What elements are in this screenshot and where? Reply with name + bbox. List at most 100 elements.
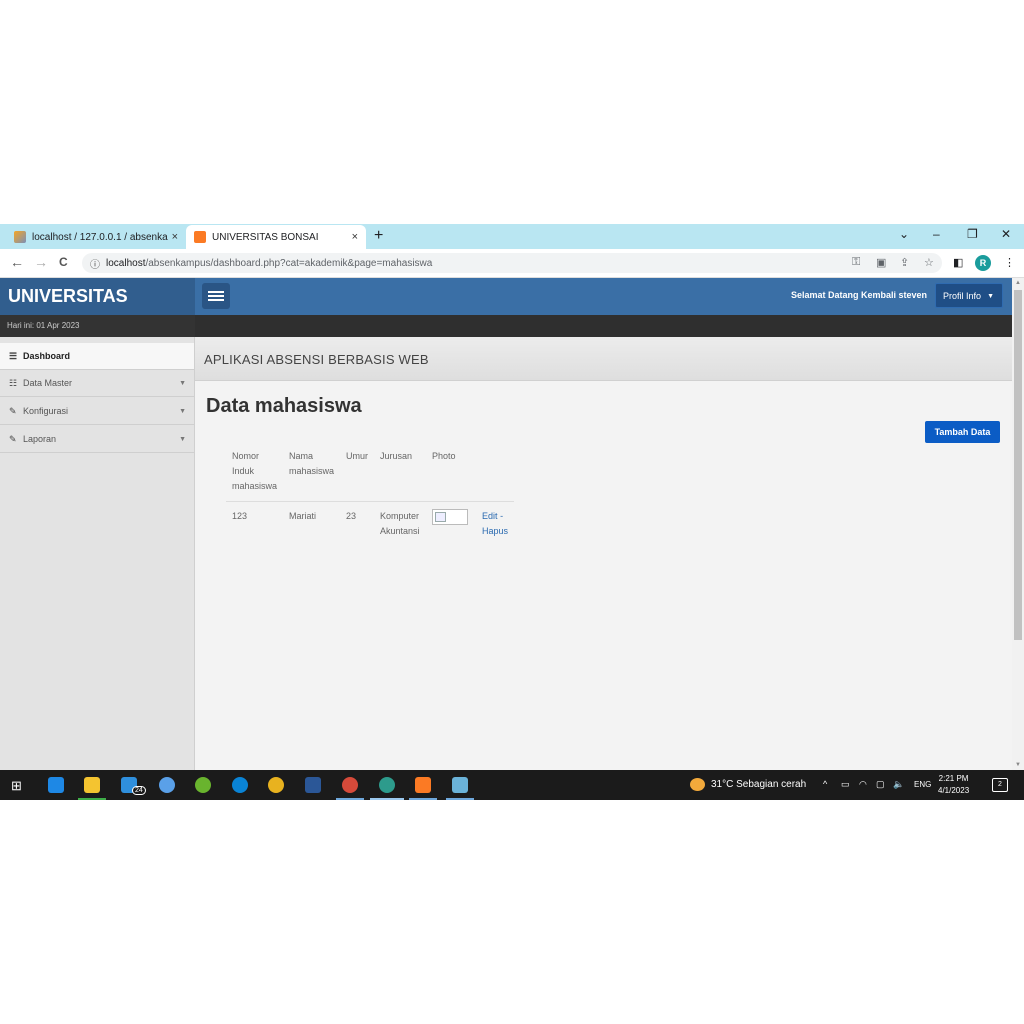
volume-icon[interactable]: 🔈 — [893, 779, 904, 790]
page-header-bar: APLIKASI ABSENSI BERBASIS WEB — [195, 337, 1012, 381]
screen: localhost / 127.0.0.1 / absenkampus × UN… — [0, 224, 1024, 800]
forward-button[interactable]: → — [34, 254, 48, 270]
hamburger-icon — [208, 295, 224, 297]
table-row: 123 Mariati 23 Komputer Akuntansi Edit -… — [226, 502, 514, 547]
cell-umur: 23 — [346, 511, 357, 521]
vertical-scrollbar[interactable]: ▲ ▼ — [1012, 278, 1024, 770]
hamburger-icon — [208, 299, 224, 301]
tab-search-button[interactable]: ⌄ — [899, 227, 909, 241]
sidebar-item-label: Dashboard — [23, 351, 71, 361]
scroll-down-icon[interactable]: ▼ — [1015, 762, 1021, 768]
sidebar: ☰ Dashboard ☷ Data Master ▼ ✎ Konfiguras… — [0, 337, 195, 770]
cell-photo — [426, 502, 476, 547]
minimize-button[interactable]: – — [933, 227, 940, 241]
url-input[interactable]: ⓘ localhost/absenkampus/dashboard.php?ca… — [82, 253, 942, 273]
action-separator: - — [500, 511, 504, 521]
cell-jurusan: Komputer Akuntansi — [380, 511, 420, 536]
sidebar-item-konfigurasi[interactable]: ✎ Konfigurasi ▼ — [0, 398, 194, 425]
tab-title: UNIVERSITAS BONSAI — [212, 231, 319, 243]
edit-link[interactable]: Edit — [482, 511, 498, 521]
bookmark-star-icon[interactable]: ☆ — [924, 256, 934, 269]
xampp-taskbar-icon[interactable] — [415, 777, 431, 793]
cell-actions: Edit - Hapus — [476, 502, 514, 547]
column-header: Photo — [426, 443, 477, 502]
caret-down-icon: ▼ — [179, 379, 186, 387]
new-tab-button[interactable]: + — [374, 227, 383, 245]
close-window-button[interactable]: ✕ — [1001, 227, 1011, 241]
notification-icon[interactable]: 2 — [992, 778, 1008, 792]
sidebar-item-label: Konfigurasi — [23, 406, 69, 416]
scroll-up-icon[interactable]: ▲ — [1015, 280, 1021, 286]
add-data-button[interactable]: Tambah Data — [925, 421, 1000, 443]
menu-toggle-button[interactable] — [202, 283, 230, 309]
main-content: APLIKASI ABSENSI BERBASIS WEB Data mahas… — [195, 337, 1012, 770]
restore-button[interactable]: ❐ — [967, 227, 978, 241]
sub-bar: Hari ini: 01 Apr 2023 — [0, 315, 1012, 337]
browser-menu-icon[interactable]: ⋮ — [1004, 256, 1015, 269]
moon-app-icon[interactable] — [159, 777, 175, 793]
file-explorer-icon[interactable] — [84, 777, 100, 793]
tab-universitas-bonsai[interactable]: UNIVERSITAS BONSAI × — [186, 225, 366, 249]
chrome-profile-r-icon[interactable] — [379, 777, 395, 793]
table-header-row: Nomor Induk mahasiswa Nama mahasiswa Umu… — [226, 443, 515, 502]
clock-time: 2:21 PM — [938, 774, 969, 783]
cell-nama: Mariati — [289, 511, 317, 521]
caret-down-icon: ▼ — [179, 407, 186, 415]
running-indicator — [409, 798, 437, 800]
chrome-profile-icon[interactable] — [342, 777, 358, 793]
phpmyadmin-icon — [14, 231, 26, 243]
reload-button[interactable]: C — [59, 255, 68, 269]
battery-icon[interactable]: ▭ — [841, 779, 850, 790]
cell-nim: 123 — [232, 511, 248, 521]
sidebar-item-data-master[interactable]: ☷ Data Master ▼ — [0, 370, 194, 397]
caret-down-icon: ▼ — [987, 293, 994, 300]
tab-strip: localhost / 127.0.0.1 / absenkampus × UN… — [0, 224, 1024, 249]
wifi-icon[interactable]: ◠ — [859, 779, 867, 790]
sidebar-item-label: Laporan — [23, 434, 57, 444]
tab-close-icon[interactable]: × — [172, 231, 178, 243]
weather-widget[interactable]: 31°C Sebagian cerah — [690, 778, 806, 791]
edge-icon[interactable] — [232, 777, 248, 793]
app-header: UNIVERSITAS BONSAI Selamat Datang Kembal… — [0, 278, 1012, 343]
clock[interactable]: 2:21 PM 4/1/2023 — [938, 773, 969, 797]
tab-phpmyadmin[interactable]: localhost / 127.0.0.1 / absenkampus × — [6, 225, 186, 249]
windows-start-icon[interactable]: ⊞ — [11, 778, 22, 794]
delete-link[interactable]: Hapus — [482, 526, 508, 536]
xampp-icon — [194, 231, 206, 243]
list-icon: ☰ — [9, 350, 18, 361]
sidebar-item-laporan[interactable]: ✎ Laporan ▼ — [0, 426, 194, 453]
today-date: Hari ini: 01 Apr 2023 — [0, 315, 195, 337]
side-panel-icon[interactable]: ◧ — [953, 256, 963, 269]
url-host: localhost — [106, 257, 146, 269]
share-icon[interactable]: ⇪ — [900, 256, 909, 269]
profile-avatar[interactable]: R — [975, 255, 991, 271]
running-indicator — [370, 798, 404, 800]
weather-text: 31°C Sebagian cerah — [711, 779, 807, 790]
back-button[interactable]: ← — [10, 254, 24, 270]
students-table: Nomor Induk mahasiswa Nama mahasiswa Umu… — [226, 443, 515, 547]
brand-title[interactable]: UNIVERSITAS BONSAI — [0, 278, 195, 343]
tab-close-icon[interactable]: × — [352, 231, 358, 243]
notes-app-icon[interactable] — [452, 777, 468, 793]
word-icon[interactable] — [305, 777, 321, 793]
weather-icon — [690, 778, 705, 791]
hamburger-icon — [208, 291, 224, 293]
site-info-icon[interactable]: ⓘ — [90, 256, 100, 271]
broken-image-icon — [432, 509, 469, 525]
key-icon[interactable]: ⚿ — [852, 256, 860, 269]
display-icon[interactable]: ▢ — [876, 779, 885, 790]
notepad-plus-icon[interactable] — [195, 777, 211, 793]
column-header — [476, 443, 515, 502]
language-indicator[interactable]: ENG — [914, 780, 931, 789]
profile-info-button[interactable]: Profil Info ▼ — [935, 283, 1003, 308]
list-icon: ☷ — [9, 377, 18, 388]
chrome-icon[interactable] — [268, 777, 284, 793]
welcome-text: Selamat Datang Kembali steven — [790, 290, 927, 300]
tray-chevron-icon[interactable]: ^ — [823, 779, 827, 789]
column-header: Jurusan — [374, 443, 427, 502]
pencil-icon: ✎ — [9, 433, 17, 444]
sidebar-item-dashboard[interactable]: ☰ Dashboard — [0, 343, 194, 370]
translate-icon[interactable]: ▣ — [876, 256, 886, 269]
media-player-icon[interactable] — [48, 777, 64, 793]
scrollbar-thumb[interactable] — [1014, 290, 1022, 640]
